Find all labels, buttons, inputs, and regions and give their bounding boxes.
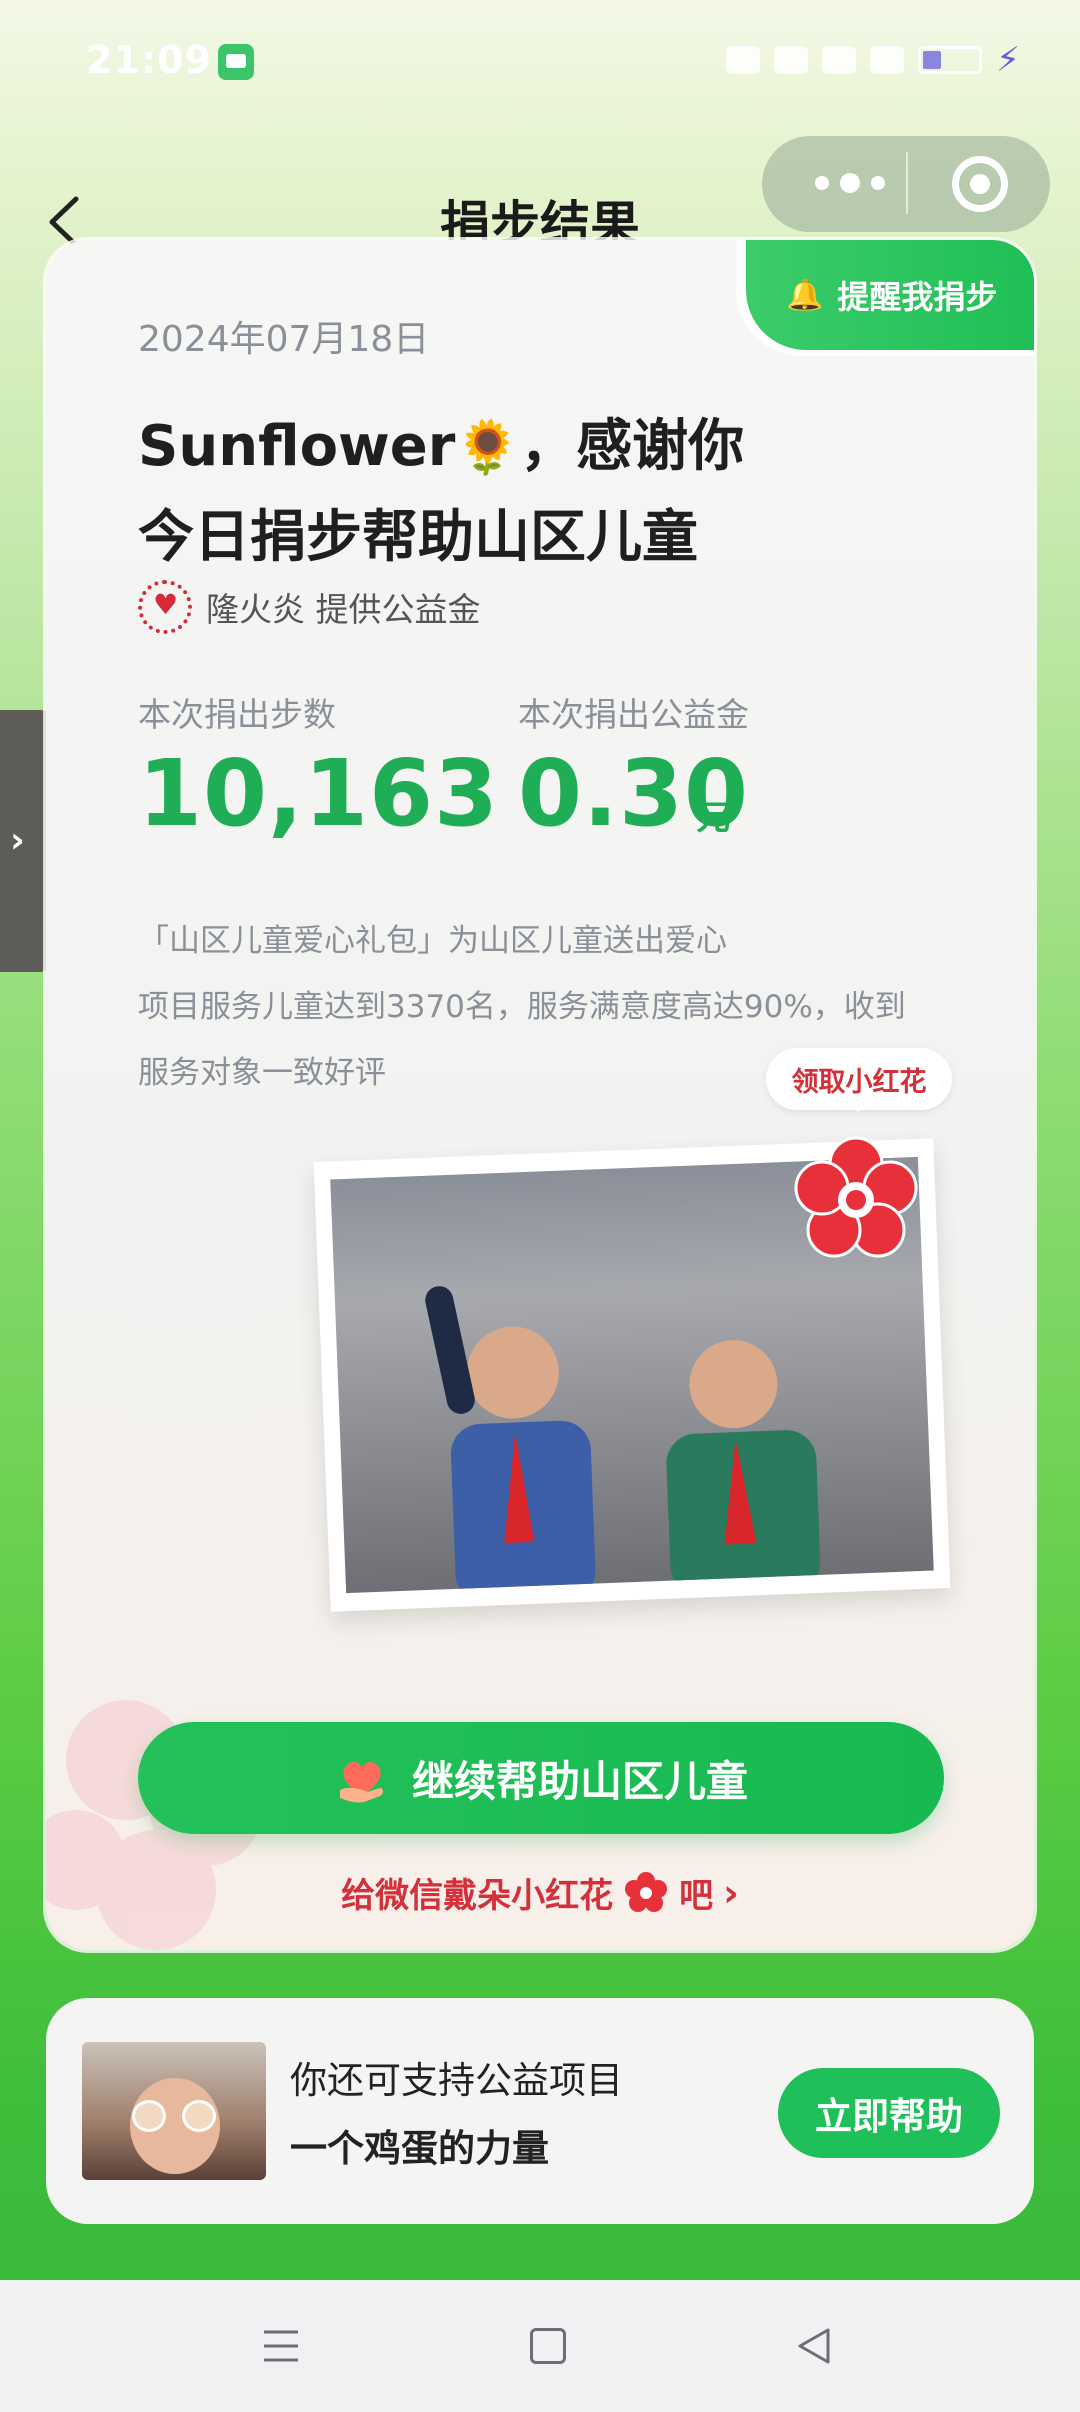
egg	[182, 2100, 216, 2132]
child-figure	[666, 1340, 821, 1594]
sunflower-icon: 🌻	[455, 418, 521, 478]
menu-icon[interactable]	[262, 2326, 300, 2366]
message-notification-icon	[218, 44, 254, 80]
charging-icon: ⚡	[996, 40, 1020, 80]
alarm-icon	[726, 46, 761, 74]
user-name: Sunflower	[138, 414, 456, 479]
steps-label: 本次捐出步数	[138, 695, 336, 734]
status-icons: ⚡	[726, 40, 1020, 80]
red-flower-icon[interactable]	[786, 1130, 926, 1270]
fund-unit: 元	[696, 798, 730, 838]
headline-suffix: ，感谢你	[520, 414, 745, 479]
status-bar: 21:09 ⚡	[0, 0, 1080, 120]
remind-me-button[interactable]: 🔔 提醒我捐步	[746, 240, 1034, 350]
home-icon[interactable]	[530, 2328, 566, 2364]
egg	[132, 2100, 166, 2132]
heart-hand-icon	[339, 1761, 383, 1803]
recommend-title: 一个鸡蛋的力量	[290, 2127, 549, 2170]
steps-value: 10,163	[138, 740, 500, 847]
system-back-icon[interactable]	[796, 2326, 832, 2366]
chevron-right-icon: ›	[10, 820, 25, 861]
remind-label: 提醒我捐步	[837, 278, 998, 316]
help-now-button[interactable]: 立即帮助	[778, 2068, 1000, 2158]
status-time: 21:09	[86, 38, 212, 82]
continue-help-button[interactable]: 继续帮助山区儿童	[138, 1722, 944, 1834]
claim-flower-bubble[interactable]: 领取小红花	[766, 1048, 952, 1112]
result-date: 2024年07月18日	[138, 319, 430, 360]
continue-help-label: 继续帮助山区儿童	[411, 1756, 748, 1806]
desc-line: 「山区儿童爱心礼包」为山区儿童送出爱心	[138, 923, 727, 959]
link-text-after: 吧	[679, 1876, 714, 1916]
recommend-card[interactable]: 你还可支持公益项目 一个鸡蛋的力量 立即帮助	[46, 1998, 1034, 2224]
sponsor-row: 隆火炎 提供公益金	[138, 580, 481, 634]
link-text: 给微信戴朵小红花	[341, 1876, 614, 1916]
desc-line: 项目服务儿童达到3370名，服务满意度高达90%，收到	[138, 989, 906, 1025]
chevron-right-icon: ›	[723, 1870, 739, 1915]
fund-label: 本次捐出公益金	[518, 695, 749, 734]
hd-icon	[774, 46, 809, 74]
headline-line2: 今日捐步帮助山区儿童	[138, 505, 698, 570]
project-thumbnail	[82, 2042, 266, 2180]
wear-flower-link[interactable]: 给微信戴朵小红花 吧 ›	[46, 1868, 1034, 1917]
child-figure	[425, 1286, 596, 1594]
wifi-icon	[822, 46, 857, 74]
signal-icon	[870, 46, 905, 74]
small-red-flower-icon	[625, 1871, 668, 1912]
close-mini-program-icon[interactable]	[952, 156, 1008, 212]
capsule-divider	[906, 152, 908, 214]
headline: Sunflower🌻，感谢你 今日捐步帮助山区儿童	[138, 402, 958, 583]
sponsor-logo-icon	[138, 580, 192, 634]
sponsor-text: 隆火炎 提供公益金	[206, 590, 481, 629]
bell-icon: 🔔	[786, 277, 824, 313]
recommend-subtitle: 你还可支持公益项目	[290, 2059, 623, 2102]
result-card: 🔔 提醒我捐步 2024年07月18日 Sunflower🌻，感谢你 今日捐步帮…	[46, 240, 1034, 1950]
battery-icon	[918, 46, 983, 74]
more-icon[interactable]	[800, 168, 900, 198]
